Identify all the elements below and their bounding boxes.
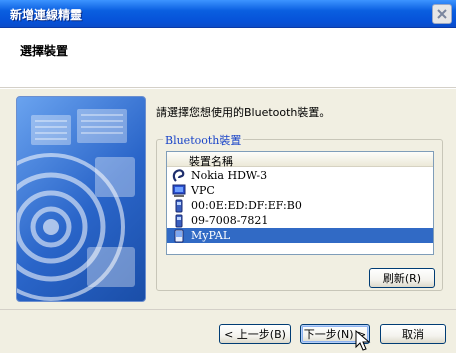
computer-icon xyxy=(171,184,187,198)
column-header-label: 裝置名稱 xyxy=(189,155,233,168)
list-item-selected[interactable]: MyPAL xyxy=(167,228,433,243)
list-item[interactable]: 00:0E:ED:DF:EF:B0 xyxy=(167,198,433,213)
back-button[interactable]: < 上一步(B) xyxy=(219,324,291,344)
phone-icon xyxy=(171,199,187,213)
device-name: VPC xyxy=(191,184,215,197)
device-name: 00:0E:ED:DF:EF:B0 xyxy=(191,199,302,212)
device-name: Nokia HDW-3 xyxy=(191,169,268,182)
column-header-device-name[interactable]: 裝置名稱 xyxy=(167,152,433,168)
list-item[interactable]: Nokia HDW-3 xyxy=(167,168,433,183)
device-name: 09-7008-7821 xyxy=(191,214,269,227)
refresh-button[interactable]: 刷新(R) xyxy=(369,268,435,288)
device-list[interactable]: 裝置名稱 Nokia HDW-3 VPC 00:0E:ED:DF:EF:B0 0… xyxy=(166,151,434,255)
group-label: Bluetooth裝置 xyxy=(163,132,244,148)
page-title: 選擇裝置 xyxy=(20,44,69,58)
title-bar: 新增連線精靈 xyxy=(0,0,456,28)
wizard-side-image xyxy=(16,96,146,302)
bluetooth-waves-illustration xyxy=(17,109,135,301)
headset-icon xyxy=(171,168,187,183)
close-icon xyxy=(437,9,447,19)
cancel-button[interactable]: 取消 xyxy=(380,324,446,344)
device-prompt: 請選擇您想使用的Bluetooth裝置。 xyxy=(156,106,331,119)
pda-icon xyxy=(171,229,187,243)
list-item[interactable]: 09-7008-7821 xyxy=(167,213,433,228)
wizard-header: 選擇裝置 xyxy=(0,28,456,88)
mouse-cursor-icon xyxy=(355,330,371,351)
window-title: 新增連線精靈 xyxy=(10,8,83,22)
close-button[interactable] xyxy=(432,4,452,24)
list-item[interactable]: VPC xyxy=(167,183,433,198)
device-name: MyPAL xyxy=(191,229,231,242)
phone-icon xyxy=(171,214,187,228)
